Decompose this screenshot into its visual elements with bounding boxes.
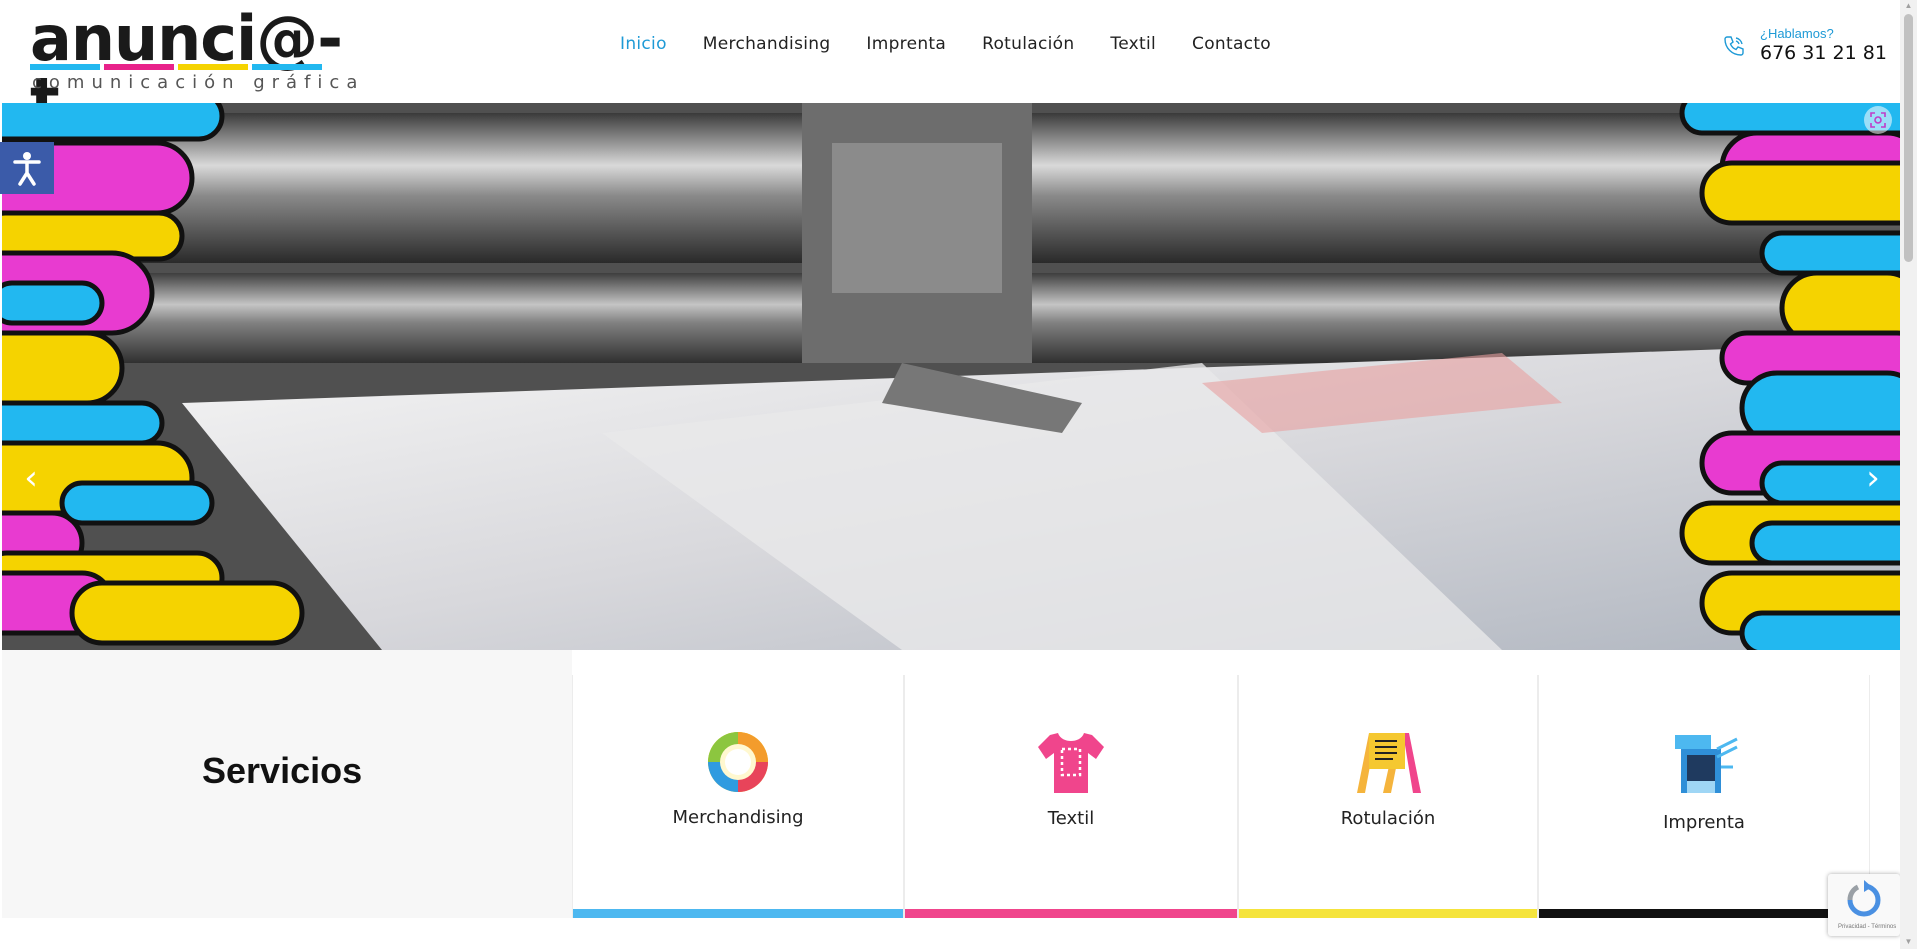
phone-icon [1724,36,1744,56]
service-label-textil: Textil [1047,808,1095,829]
hero-image [2,103,1900,650]
phone-number[interactable]: 676 31 21 81 [1760,42,1887,64]
logo[interactable]: anunci@-t comunicación gráfica [30,8,357,132]
service-bar-rotulacion [1239,909,1537,918]
printer-icon [1675,735,1738,793]
site-header: anunci@-t comunicación gráfica Inicio Me… [0,0,1900,132]
services-section: Servicios Merchandising Textil Rotulació… [2,650,1900,920]
accessibility-button[interactable] [0,142,54,194]
merchandising-icon [708,732,768,792]
phone-contact[interactable]: ¿Hablamos? 676 31 21 81 [1722,26,1887,70]
recaptcha-badge[interactable]: Privacidad - Términos [1828,874,1900,936]
service-card-merchandising[interactable]: Merchandising [572,675,904,918]
page-scrollbar[interactable]: ▲ ▼ [1900,0,1917,949]
tshirt-icon [1038,733,1104,793]
scrollbar-thumb[interactable] [1904,14,1913,262]
slider-next-arrow[interactable]: › [1858,461,1888,495]
scroll-up-arrow[interactable]: ▲ [1904,2,1913,10]
accessibility-icon [13,152,41,186]
recaptcha-icon [1847,880,1881,917]
service-label-rotulacion: Rotulación [1340,808,1436,829]
logo-color-bars [30,64,330,70]
sign-board-icon [1357,733,1421,793]
nav-item-textil[interactable]: Textil [1110,34,1156,54]
services-title: Servicios [202,750,363,791]
service-label-merchandising: Merchandising [672,807,804,828]
fullscreen-icon[interactable] [1864,106,1892,134]
slider-prev-arrow[interactable]: ‹ [16,461,46,495]
service-bar-textil [905,909,1237,918]
hero-slider: ‹ › [2,103,1900,650]
service-card-imprenta[interactable]: Imprenta [1538,675,1870,918]
nav-item-merchandising[interactable]: Merchandising [703,34,831,54]
service-card-textil[interactable]: Textil [904,675,1238,918]
nav-item-imprenta[interactable]: Imprenta [866,34,946,54]
logo-subtitle: comunicación gráfica [32,72,365,93]
service-bar-imprenta [1539,909,1869,918]
service-card-rotulacion[interactable]: Rotulación [1238,675,1538,918]
main-nav: Inicio Merchandising Imprenta Rotulación… [620,34,1271,54]
service-label-imprenta: Imprenta [1663,812,1745,833]
services-title-box: Servicios [2,650,572,918]
scroll-down-arrow[interactable]: ▼ [1904,938,1913,946]
nav-item-contacto[interactable]: Contacto [1192,34,1271,54]
recaptcha-text[interactable]: Privacidad - Términos [1838,924,1896,930]
nav-item-rotulacion[interactable]: Rotulación [982,34,1074,54]
phone-label: ¿Hablamos? [1760,26,1834,41]
service-bar-merchandising [573,909,903,918]
nav-item-inicio[interactable]: Inicio [620,34,667,54]
